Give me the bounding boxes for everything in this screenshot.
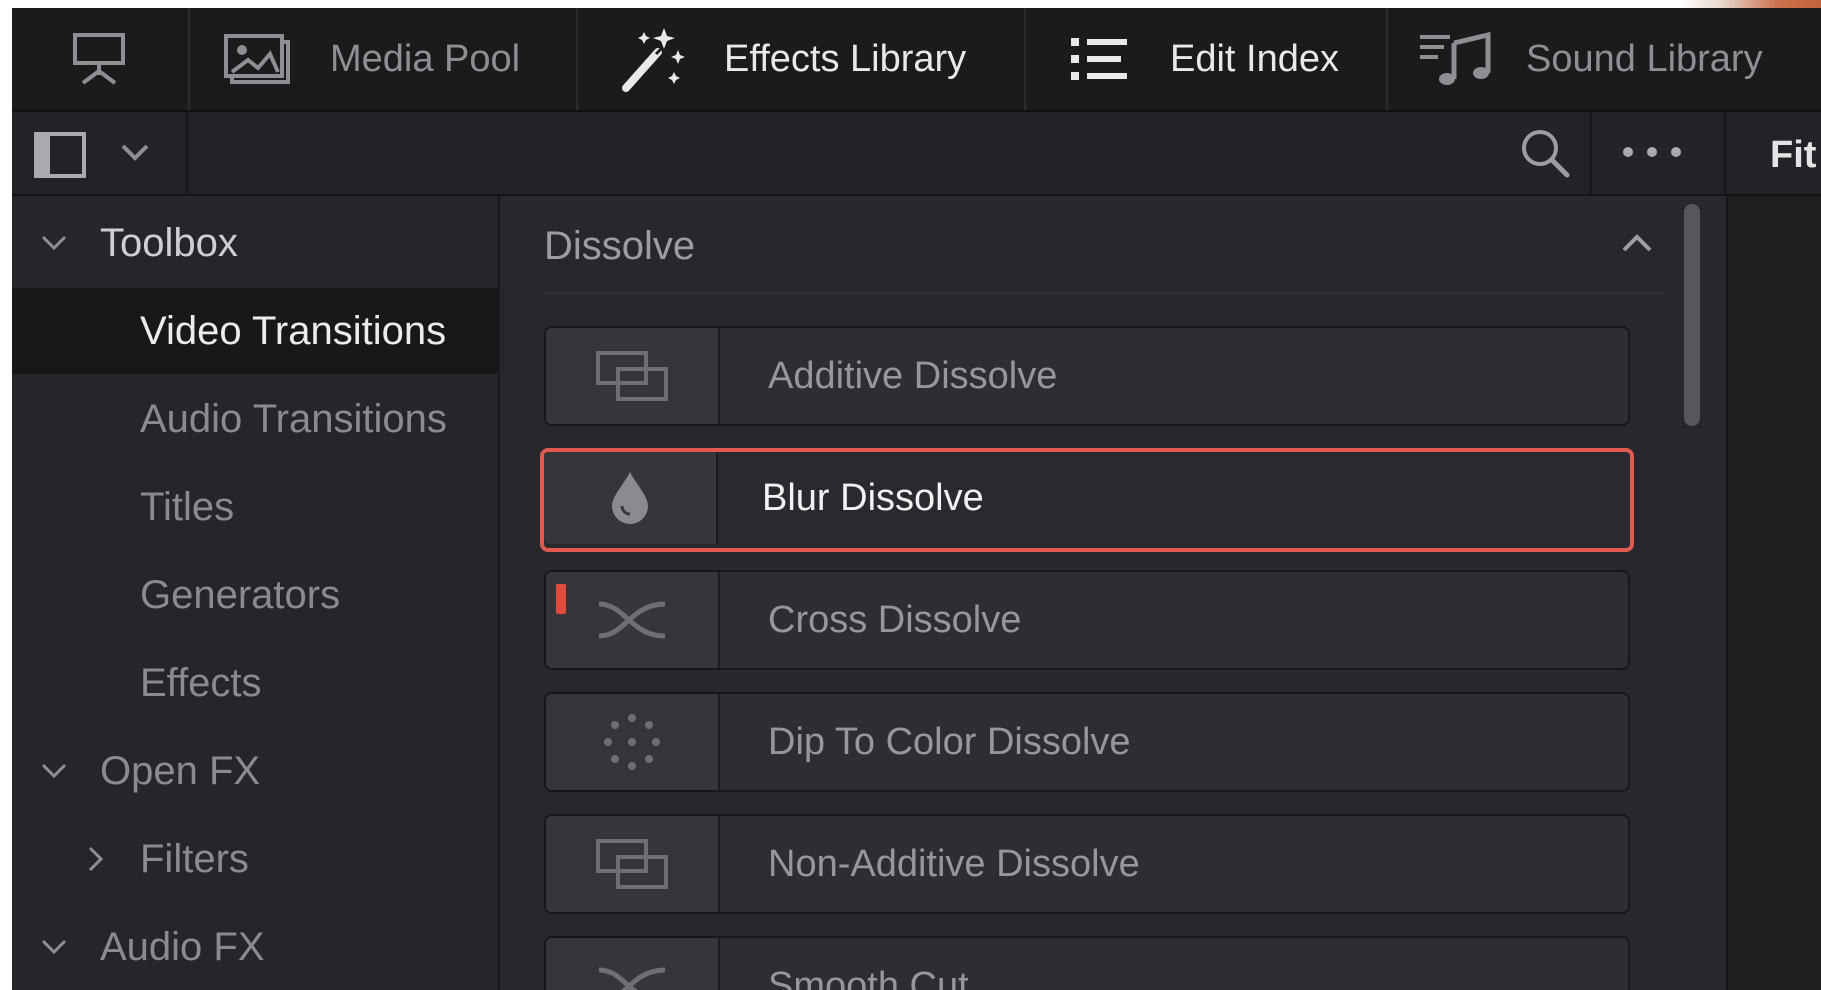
scrollbar-thumb[interactable] [1684, 204, 1700, 426]
list-item-label: Blur Dissolve [762, 477, 984, 519]
library-tree: Toolbox Video Transitions Audio Transiti… [12, 196, 500, 990]
list-item-dip-to-color-dissolve[interactable]: Dip To Color Dissolve [544, 692, 1630, 792]
search-icon [1520, 130, 1570, 182]
list-item-label: Dip To Color Dissolve [768, 721, 1131, 763]
tab-divider [188, 8, 190, 110]
presentation-icon [62, 29, 136, 89]
chevron-right-icon[interactable] [76, 839, 116, 879]
tab-media-pool-label: Media Pool [330, 37, 521, 80]
toolbar-divider [1590, 112, 1592, 194]
tab-edit-index[interactable]: Edit Index [1062, 8, 1339, 110]
group-title: Dissolve [544, 224, 696, 268]
toolbar-divider [186, 112, 188, 194]
tree-section-audio-fx[interactable]: Audio FX [12, 904, 498, 990]
tree-item-label: Audio FX [100, 924, 265, 969]
tree-item-effects[interactable]: Effects [12, 640, 498, 726]
tree-item-label: Toolbox [100, 220, 238, 265]
list-item-label: Non-Additive Dissolve [768, 843, 1140, 885]
more-options-icon [1620, 147, 1684, 164]
tree-item-titles[interactable]: Titles [12, 464, 498, 550]
tree-section-open-fx[interactable]: Open FX [12, 728, 498, 814]
cross-arrows-icon [546, 938, 720, 990]
toolbar-divider [1724, 112, 1726, 194]
tab-divider [1386, 8, 1388, 110]
top-tab-bar: Media Pool Effects Library Edit Index So… [12, 8, 1821, 112]
music-icon [1418, 29, 1492, 89]
tree-item-label: Open FX [100, 748, 261, 793]
chevron-down-icon[interactable] [34, 223, 74, 263]
list-item-non-additive-dissolve[interactable]: Non-Additive Dissolve [544, 814, 1630, 914]
tab-divider [1024, 8, 1026, 110]
window-corner-accent [1681, 0, 1821, 8]
sidebar-toggle-icon [34, 132, 88, 183]
tab-sound-library[interactable]: Sound Library [1418, 8, 1763, 110]
tab-effects-library-label: Effects Library [724, 37, 967, 80]
magic-wand-icon [616, 28, 690, 92]
list-item-cross-dissolve[interactable]: Cross Dissolve [544, 570, 1630, 670]
list-item-label: Additive Dissolve [768, 355, 1058, 397]
list-item-label: Smooth Cut [768, 965, 969, 990]
list-item-label: Cross Dissolve [768, 599, 1022, 641]
effects-library-window: Media Pool Effects Library Edit Index So… [12, 8, 1821, 990]
dots-circle-icon [546, 694, 720, 790]
tree-item-label: Video Transitions [140, 308, 447, 353]
transitions-list: Dissolve Additive Dissolve Blur Dissolve… [500, 196, 1726, 990]
library-toolbar: Fit [12, 112, 1821, 196]
more-options-button[interactable] [1620, 144, 1684, 165]
list-item-blur-dissolve[interactable]: Blur Dissolve [540, 448, 1634, 552]
tree-item-generators[interactable]: Generators [12, 552, 498, 638]
group-divider [544, 292, 1664, 294]
tab-sound-library-label: Sound Library [1526, 37, 1763, 80]
fit-zoom-label[interactable]: Fit [1770, 134, 1816, 177]
tab-media-pool[interactable]: Media Pool [222, 8, 520, 110]
preview-panel [1726, 196, 1821, 990]
tree-item-filters[interactable]: Filters [12, 816, 498, 902]
tree-section-toolbox[interactable]: Toolbox [12, 200, 498, 286]
search-button[interactable] [1520, 128, 1570, 183]
overlap-rectangles-icon [546, 328, 720, 424]
tree-item-label: Effects [140, 660, 262, 705]
panel-toggle-button[interactable] [34, 132, 154, 178]
media-pool-icon [222, 29, 296, 89]
tree-item-label: Titles [140, 484, 235, 529]
tab-edit-index-label: Edit Index [1170, 37, 1339, 80]
cross-arrows-icon [546, 572, 720, 668]
chevron-down-icon[interactable] [34, 751, 74, 791]
tree-item-label: Audio Transitions [140, 396, 447, 441]
tree-item-label: Filters [140, 836, 249, 881]
tree-item-label: Generators [140, 572, 341, 617]
tab-presentation[interactable] [62, 8, 136, 110]
status-badge [556, 584, 566, 614]
list-item-smooth-cut[interactable]: Smooth Cut [544, 936, 1630, 990]
list-item-additive-dissolve[interactable]: Additive Dissolve [544, 326, 1630, 426]
overlap-rectangles-icon [546, 816, 720, 912]
list-icon [1062, 29, 1136, 89]
tree-item-video-transitions[interactable]: Video Transitions [12, 288, 498, 374]
tab-effects-library[interactable]: Effects Library [616, 8, 966, 110]
chevron-down-icon[interactable] [34, 927, 74, 967]
water-drop-icon [544, 452, 718, 544]
tree-item-audio-transitions[interactable]: Audio Transitions [12, 376, 498, 462]
tab-divider [576, 8, 578, 110]
chevron-up-icon[interactable] [1620, 232, 1660, 264]
chevron-down-icon [120, 142, 150, 167]
